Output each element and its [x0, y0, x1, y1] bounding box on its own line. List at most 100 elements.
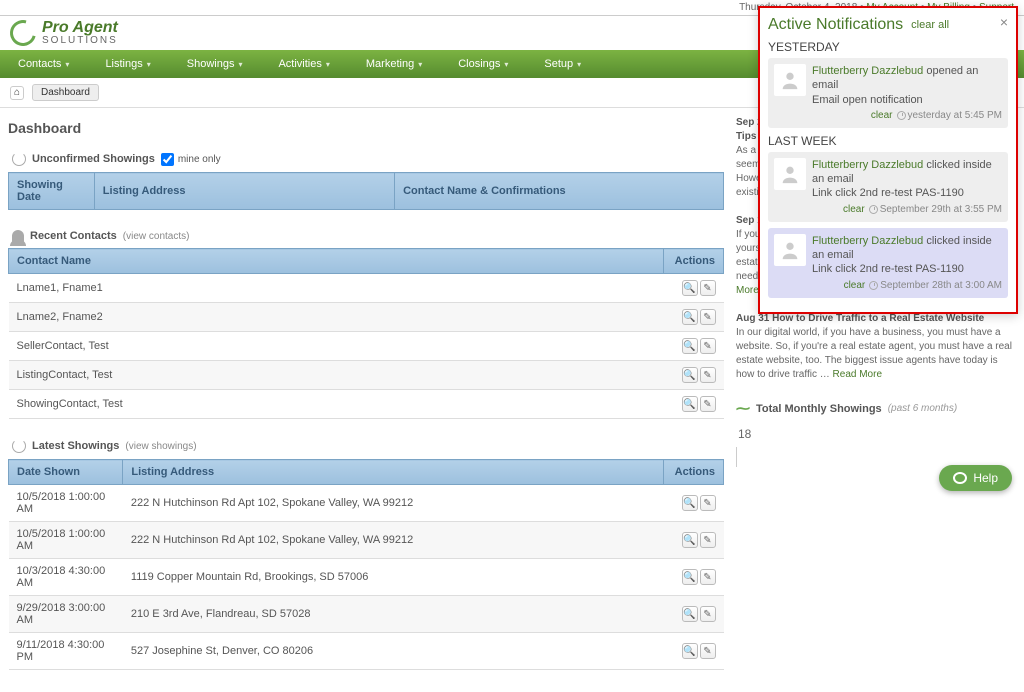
contact-name-cell[interactable]: Lname2, Fname2 — [9, 303, 664, 332]
clock-icon — [869, 281, 878, 290]
notification-time: September 28th at 3:00 AM — [880, 280, 1002, 291]
edit-icon[interactable]: ✎ — [700, 569, 716, 585]
close-icon[interactable]: × — [1000, 14, 1008, 30]
col-contact-confirm[interactable]: Contact Name & Confirmations — [395, 173, 724, 210]
nav-setup[interactable]: Setup▾ — [526, 50, 599, 78]
col-listing-address[interactable]: Listing Address — [94, 173, 394, 210]
notification-clear-link[interactable]: clear — [843, 204, 865, 215]
edit-icon[interactable]: ✎ — [700, 367, 716, 383]
nav-closings[interactable]: Closings▾ — [440, 50, 526, 78]
home-icon[interactable]: ⌂ — [10, 86, 24, 100]
nav-listings[interactable]: Listings▾ — [87, 50, 168, 78]
refresh-icon[interactable] — [12, 439, 26, 453]
edit-icon[interactable]: ✎ — [700, 396, 716, 412]
view-icon[interactable]: 🔍 — [682, 367, 698, 383]
date-shown-cell: 10/3/2018 4:30:00 AM — [9, 559, 123, 596]
col-actions[interactable]: Actions — [664, 460, 724, 485]
edit-icon[interactable]: ✎ — [700, 643, 716, 659]
view-icon[interactable]: 🔍 — [682, 495, 698, 511]
view-icon[interactable]: 🔍 — [682, 643, 698, 659]
section-unconfirmed-showings: Unconfirmed Showings mine only — [8, 146, 724, 172]
notification-time: yesterday at 5:45 PM — [908, 110, 1003, 121]
contact-name-cell[interactable]: SellerContact, Test — [9, 332, 664, 361]
col-contact-name[interactable]: Contact Name — [9, 249, 664, 274]
col-showing-date[interactable]: Showing Date — [9, 173, 95, 210]
nav-showings[interactable]: Showings▾ — [169, 50, 261, 78]
table-row: SellerContact, Test 🔍✎ — [9, 332, 724, 361]
notification-card[interactable]: Flutterberry Dazzlebud clicked inside an… — [768, 152, 1008, 222]
mine-only-label: mine only — [178, 154, 221, 165]
chevron-down-icon: ▾ — [65, 60, 69, 69]
table-row: 9/11/2018 4:30:00 PM527 Josephine St, De… — [9, 633, 724, 670]
view-icon[interactable]: 🔍 — [682, 338, 698, 354]
table-row: Lname2, Fname2 🔍✎ — [9, 303, 724, 332]
view-icon[interactable]: 🔍 — [682, 280, 698, 296]
chevron-down-icon: ▾ — [326, 60, 330, 69]
notification-clear-link[interactable]: clear — [844, 280, 866, 291]
edit-icon[interactable]: ✎ — [700, 495, 716, 511]
help-button[interactable]: Help — [939, 465, 1012, 491]
contact-name-cell[interactable]: ListingContact, Test — [9, 361, 664, 390]
logo[interactable]: Pro Agent SOLUTIONS — [10, 20, 118, 46]
date-shown-cell: 9/11/2018 4:30:00 PM — [9, 633, 123, 670]
refresh-icon[interactable] — [12, 152, 26, 166]
notification-card[interactable]: Flutterberry Dazzlebud opened an emailEm… — [768, 58, 1008, 128]
date-shown-cell: 9/29/2018 3:00:00 AM — [9, 596, 123, 633]
edit-icon[interactable]: ✎ — [700, 532, 716, 548]
col-actions[interactable]: Actions — [664, 249, 724, 274]
notification-actor[interactable]: Flutterberry Dazzlebud — [812, 65, 923, 77]
listing-address-cell[interactable]: 222 N Hutchinson Rd Apt 102, Spokane Val… — [123, 485, 664, 522]
mine-only-checkbox[interactable] — [161, 153, 174, 166]
read-more-link[interactable]: Read More — [833, 369, 882, 380]
date-shown-cell: 10/5/2018 1:00:00 AM — [9, 522, 123, 559]
nav-contacts[interactable]: Contacts▾ — [0, 50, 87, 78]
contact-name-cell[interactable]: ShowingContact, Test — [9, 390, 664, 419]
chart-canvas — [736, 447, 1016, 467]
listing-address-cell[interactable]: 210 E 3rd Ave, Flandreau, SD 57028 — [123, 596, 664, 633]
notification-actor[interactable]: Flutterberry Dazzlebud — [812, 235, 923, 247]
table-row: 10/5/2018 1:00:00 AM222 N Hutchinson Rd … — [9, 485, 724, 522]
chart-y-value: 18 — [736, 421, 1016, 447]
chart-line-icon: ⁓ — [736, 400, 750, 417]
help-label: Help — [973, 471, 998, 485]
mine-only-toggle[interactable]: mine only — [161, 153, 221, 166]
table-row: Lname1, Fname1 🔍✎ — [9, 274, 724, 303]
notification-card[interactable]: Flutterberry Dazzlebud clicked inside an… — [768, 228, 1008, 298]
edit-icon[interactable]: ✎ — [700, 309, 716, 325]
view-icon[interactable]: 🔍 — [682, 396, 698, 412]
listing-address-cell[interactable]: 222 N Hutchinson Rd Apt 102, Spokane Val… — [123, 522, 664, 559]
clock-icon — [897, 111, 906, 120]
view-contacts-link[interactable]: (view contacts) — [123, 231, 190, 242]
section-latest-showings: Latest Showings (view showings) — [8, 433, 724, 459]
view-icon[interactable]: 🔍 — [682, 606, 698, 622]
unconfirmed-showings-table: Showing Date Listing Address Contact Nam… — [8, 172, 724, 210]
col-date-shown[interactable]: Date Shown — [9, 460, 123, 485]
view-icon[interactable]: 🔍 — [682, 309, 698, 325]
logo-text: Pro Agent SOLUTIONS — [42, 20, 118, 46]
breadcrumb-item[interactable]: Dashboard — [32, 84, 99, 101]
nav-activities[interactable]: Activities▾ — [260, 50, 347, 78]
section-title: Unconfirmed Showings — [32, 153, 155, 165]
view-icon[interactable]: 🔍 — [682, 532, 698, 548]
section-title: Latest Showings — [32, 440, 119, 452]
notification-actor[interactable]: Flutterberry Dazzlebud — [812, 159, 923, 171]
notification-clear-link[interactable]: clear — [871, 110, 893, 121]
chevron-down-icon: ▾ — [238, 60, 242, 69]
edit-icon[interactable]: ✎ — [700, 338, 716, 354]
edit-icon[interactable]: ✎ — [700, 606, 716, 622]
recent-contacts-table: Contact Name Actions Lname1, Fname1🔍✎Lna… — [8, 248, 724, 419]
view-icon[interactable]: 🔍 — [682, 569, 698, 585]
clock-icon — [869, 205, 878, 214]
edit-icon[interactable]: ✎ — [700, 280, 716, 296]
chevron-down-icon: ▾ — [147, 60, 151, 69]
listing-address-cell[interactable]: 527 Josephine St, Denver, CO 80206 — [123, 633, 664, 670]
chevron-down-icon: ▾ — [504, 60, 508, 69]
listing-address-cell[interactable]: 1119 Copper Mountain Rd, Brookings, SD 5… — [123, 559, 664, 596]
contact-name-cell[interactable]: Lname1, Fname1 — [9, 274, 664, 303]
view-showings-link[interactable]: (view showings) — [125, 441, 196, 452]
chat-bubble-icon — [953, 472, 967, 484]
col-listing-address[interactable]: Listing Address — [123, 460, 664, 485]
nav-marketing[interactable]: Marketing▾ — [348, 50, 440, 78]
news-item: Aug 31 How to Drive Traffic to a Real Es… — [736, 312, 1016, 382]
clear-all-link[interactable]: clear all — [911, 19, 949, 31]
